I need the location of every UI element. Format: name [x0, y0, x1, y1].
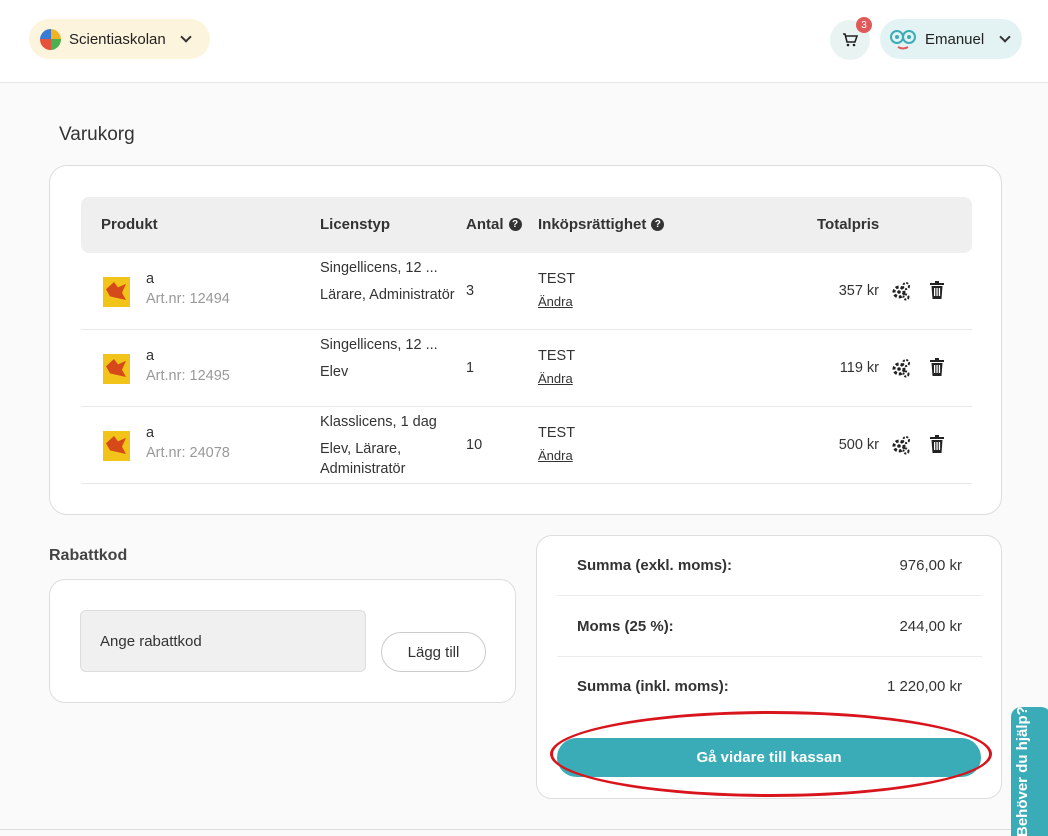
avatar — [890, 30, 916, 50]
quantity: 10 — [466, 437, 483, 453]
school-name: Scientiaskolan — [69, 30, 166, 48]
discount-code-input[interactable] — [80, 610, 366, 672]
help-icon[interactable]: ? — [508, 218, 522, 231]
product-article-number: Art.nr: 12494 — [146, 291, 230, 307]
header-license: Licenstyp — [320, 216, 391, 233]
summary-vat-value: 244,00 kr — [899, 618, 962, 635]
change-permission-link[interactable]: Ändra — [538, 371, 573, 386]
trash-icon[interactable] — [930, 281, 944, 299]
summary-excl-value: 976,00 kr — [899, 557, 962, 574]
license-type: Klasslicens, 1 dag — [320, 414, 437, 430]
license-type: Singellicens, 12 ... — [320, 337, 438, 353]
table-row: a Art.nr: 24078 Klasslicens, 1 dag Elev,… — [81, 407, 972, 484]
quantity: 1 — [466, 360, 475, 376]
add-discount-button[interactable]: Lägg till — [381, 632, 486, 672]
row-total-price: 357 kr — [838, 283, 879, 299]
header-product: Produkt — [101, 216, 158, 233]
change-permission-link[interactable]: Ändra — [538, 448, 573, 463]
table-header: Produkt Licenstyp Antal ? Inköpsrättighe… — [81, 197, 972, 253]
summary-row-incl: Summa (inkl. moms): 1 220,00 kr — [557, 657, 982, 717]
summary-incl-label: Summa (inkl. moms): — [577, 678, 729, 695]
row-total-price: 119 kr — [839, 360, 879, 376]
page-title: Varukorg — [59, 124, 135, 145]
discount-title: Rabattkod — [49, 547, 128, 564]
quantity: 3 — [466, 283, 475, 299]
summary-row-excl: Summa (exkl. moms): 976,00 kr — [557, 536, 982, 596]
cart-count-badge: 3 — [856, 17, 872, 33]
product-thumbnail — [103, 277, 130, 307]
header-permission-label: Inköpsrättighet — [538, 216, 647, 233]
settings-icon[interactable] — [891, 435, 911, 455]
header-quantity-label: Antal — [466, 216, 504, 233]
summary-vat-label: Moms (25 %): — [577, 618, 674, 635]
license-roles: Elev, Lärare, Administratör — [320, 441, 406, 477]
summary-excl-label: Summa (exkl. moms): — [577, 557, 733, 574]
summary-incl-value: 1 220,00 kr — [886, 678, 962, 695]
help-tab-label: Behöver du hjälp? — [1014, 707, 1031, 836]
discount-card: Lägg till — [49, 579, 516, 703]
product-article-number: Art.nr: 24078 — [146, 445, 230, 461]
user-name: Emanuel — [925, 30, 985, 48]
user-menu[interactable]: Emanuel — [880, 19, 1022, 59]
change-permission-link[interactable]: Ändra — [538, 294, 573, 309]
product-name: a — [146, 425, 155, 441]
settings-icon[interactable] — [891, 281, 911, 301]
table-row: a Art.nr: 12495 Singellicens, 12 ... Ele… — [81, 330, 972, 407]
permission: TEST — [538, 425, 576, 441]
product-thumbnail — [103, 431, 130, 461]
top-bar: Scientiaskolan 3 Emanuel — [0, 0, 1048, 83]
license-roles: Elev — [320, 364, 349, 380]
header-quantity: Antal ? — [466, 216, 522, 233]
trash-icon[interactable] — [930, 358, 944, 376]
header-total: Totalpris — [817, 216, 880, 233]
license-roles: Lärare, Administratör — [320, 287, 455, 303]
product-thumbnail — [103, 354, 130, 384]
product-article-number: Art.nr: 12495 — [146, 368, 230, 384]
chevron-down-icon — [999, 31, 1011, 43]
checkout-button[interactable]: Gå vidare till kassan — [557, 738, 981, 777]
permission: TEST — [538, 348, 576, 364]
school-selector[interactable]: Scientiaskolan — [29, 19, 210, 59]
product-name: a — [146, 271, 155, 287]
license-type: Singellicens, 12 ... — [320, 260, 438, 276]
settings-icon[interactable] — [891, 358, 911, 378]
trash-icon[interactable] — [930, 435, 944, 453]
summary-row-vat: Moms (25 %): 244,00 kr — [557, 597, 982, 657]
chevron-down-icon — [180, 31, 192, 43]
school-logo-icon — [40, 28, 61, 50]
table-row: a Art.nr: 12494 Singellicens, 12 ... Lär… — [81, 253, 972, 330]
header-permission: Inköpsrättighet ? — [538, 216, 665, 233]
help-icon[interactable]: ? — [651, 218, 665, 231]
divider — [0, 829, 1048, 830]
product-name: a — [146, 348, 155, 364]
cart-table-card: Produkt Licenstyp Antal ? Inköpsrättighe… — [49, 165, 1002, 515]
cart-icon — [843, 33, 858, 47]
row-total-price: 500 kr — [838, 437, 879, 453]
permission: TEST — [538, 271, 576, 287]
help-tab[interactable]: Behöver du hjälp? — [1011, 707, 1048, 836]
